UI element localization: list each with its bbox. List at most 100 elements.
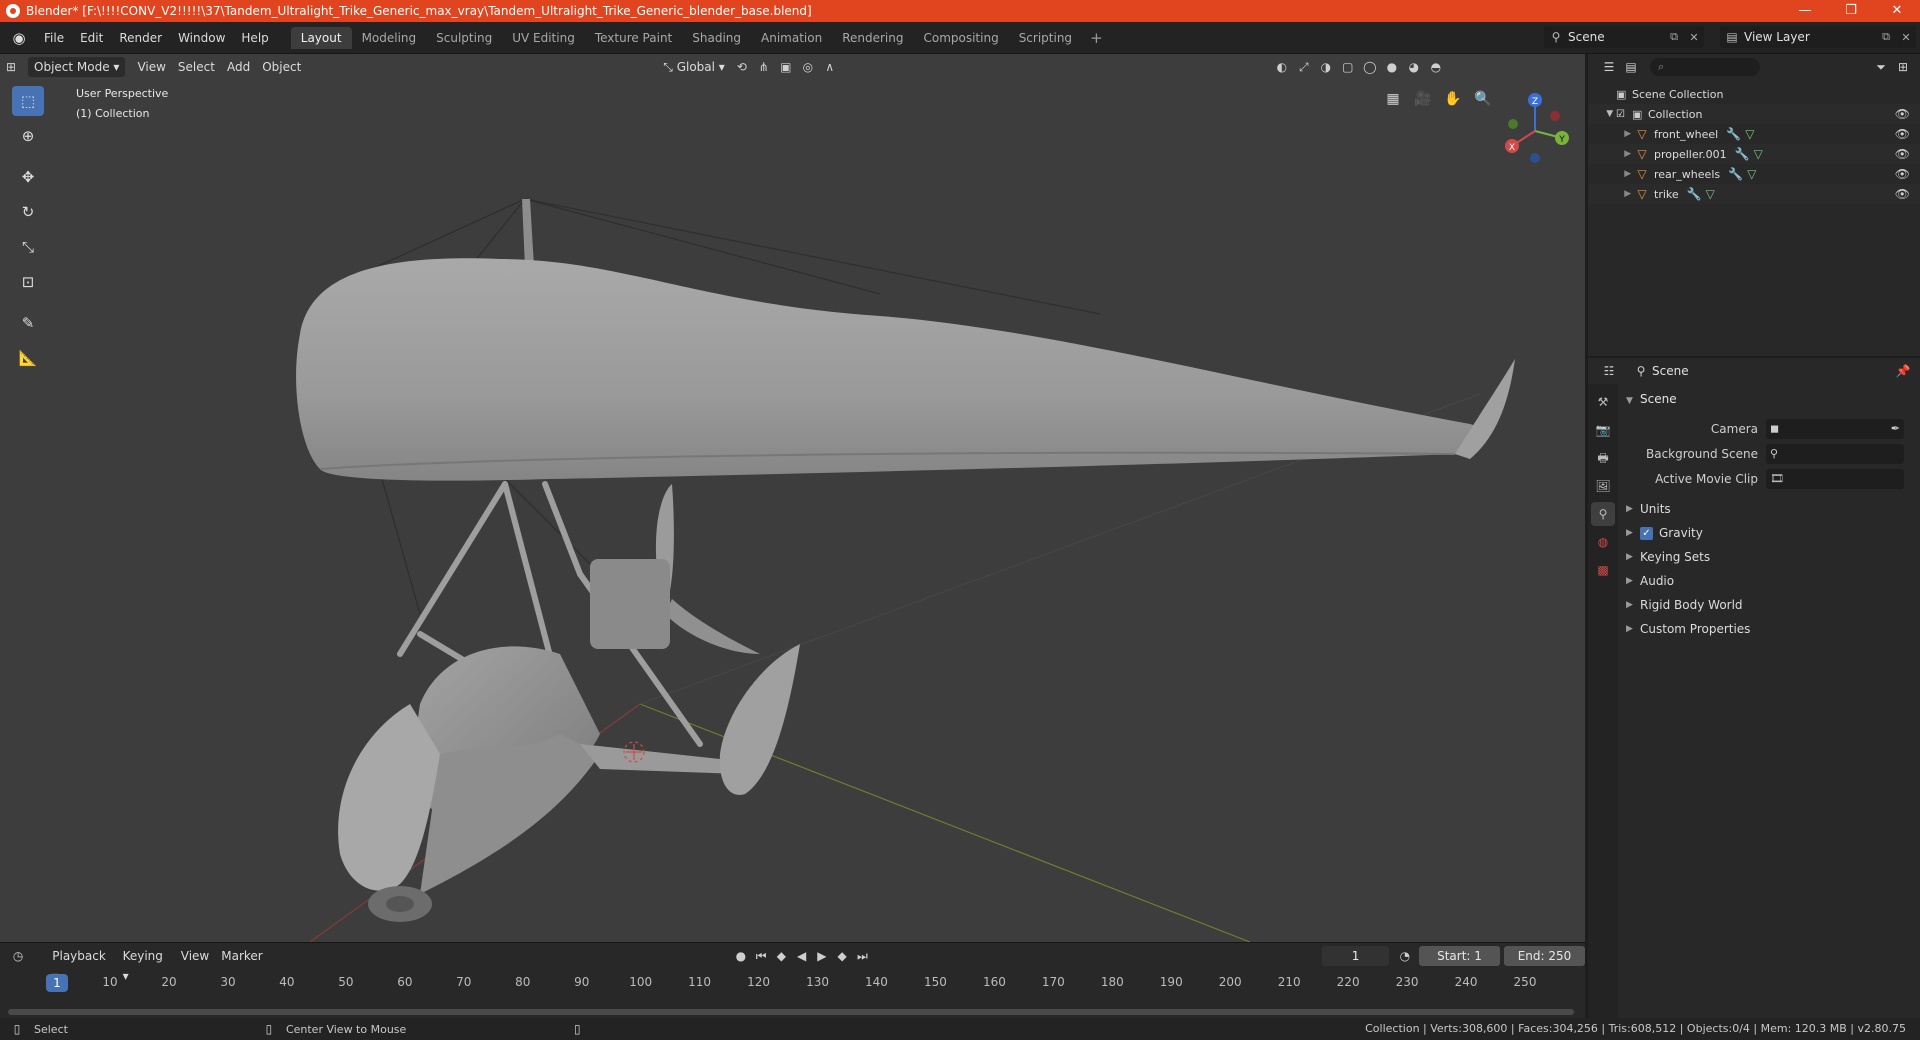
minimize-button[interactable]: — bbox=[1782, 0, 1828, 22]
grid-view-icon[interactable]: ▦ bbox=[1380, 86, 1406, 112]
prev-keyframe-icon[interactable]: ◆ bbox=[771, 946, 791, 966]
tab-sculpting[interactable]: Sculpting bbox=[426, 27, 502, 49]
falloff-icon[interactable]: ∧ bbox=[819, 57, 841, 77]
menu-select[interactable]: Select bbox=[172, 57, 221, 77]
expand-arrow-icon[interactable]: ▶ bbox=[1588, 189, 1634, 199]
tab-animation[interactable]: Animation bbox=[751, 27, 832, 49]
pivot-icon[interactable]: ⟲ bbox=[731, 57, 753, 77]
gizmo-toggle-icon[interactable]: ⤢ bbox=[1293, 57, 1315, 77]
transform-tool-icon[interactable]: ⊡ bbox=[12, 267, 44, 297]
menu-render[interactable]: Render bbox=[111, 22, 170, 54]
collection-visibility-eye-icon[interactable]: 👁 bbox=[1895, 107, 1910, 121]
record-icon[interactable]: ● bbox=[731, 946, 751, 966]
rendered-shading-icon[interactable]: ◓ bbox=[1425, 57, 1447, 77]
current-frame-indicator[interactable]: 1 bbox=[46, 974, 68, 992]
expand-chevron-icon[interactable]: ▼ bbox=[1588, 109, 1616, 119]
cursor-tool-icon[interactable]: ⊕ bbox=[12, 121, 44, 151]
modifier-wrench-icon[interactable]: 🔧 bbox=[1735, 147, 1750, 161]
mesh-data-icon[interactable]: ▽ bbox=[1747, 167, 1756, 181]
expand-arrow-icon[interactable]: ▶ bbox=[1588, 129, 1634, 139]
menu-keying[interactable]: Keying ▾ bbox=[117, 946, 175, 983]
camera-field[interactable]: ◼ ✒ bbox=[1766, 418, 1904, 439]
pin-icon[interactable]: 📌 bbox=[1892, 361, 1914, 381]
menu-object[interactable]: Object bbox=[256, 57, 307, 77]
play-icon[interactable]: ▶ bbox=[812, 946, 832, 966]
outliner-row-collection[interactable]: ▼ ☑ ▣ Collection 👁 bbox=[1588, 104, 1920, 124]
mode-dropdown[interactable]: Object Mode ▾ bbox=[28, 57, 126, 77]
play-reverse-icon[interactable]: ◀ bbox=[791, 946, 811, 966]
menu-file[interactable]: File bbox=[36, 22, 72, 54]
outliner[interactable]: ☰ ▤ ⌕ ⏷ ⊞ ▣ Scene Collection ▼ ☑ ▣ Colle… bbox=[1588, 54, 1920, 356]
background-scene-field[interactable]: ⚲ bbox=[1766, 443, 1904, 464]
rotate-tool-icon[interactable]: ↻ bbox=[12, 197, 44, 227]
menu-timeline-view[interactable]: View bbox=[175, 946, 215, 966]
blender-logo-icon[interactable]: ◉ bbox=[10, 29, 28, 47]
expand-arrow-icon[interactable]: ▶ bbox=[1588, 149, 1634, 159]
menu-playback[interactable]: Playback ▾ bbox=[46, 946, 116, 983]
menu-add[interactable]: Add bbox=[221, 57, 256, 77]
delete-scene-icon[interactable]: ✕ bbox=[1684, 31, 1704, 44]
solid-shading-icon[interactable]: ● bbox=[1381, 57, 1403, 77]
3d-viewport[interactable]: ⊞ Object Mode ▾ View Select Add Object ⤡… bbox=[0, 54, 1585, 942]
keying-sets-panel[interactable]: ▶ Keying Sets bbox=[1620, 545, 1920, 569]
snap-target-icon[interactable]: ▣ bbox=[775, 57, 797, 77]
movie-clip-field[interactable]: 🎞 bbox=[1766, 468, 1904, 489]
outliner-row-object[interactable]: ▶ ▽ rear_wheels 🔧 ▽ 👁 bbox=[1588, 164, 1920, 184]
scene-tab-icon[interactable]: ⚲ bbox=[1591, 502, 1615, 526]
object-visibility-eye-icon[interactable]: 👁 bbox=[1895, 127, 1910, 141]
start-frame-field[interactable]: Start: 1 bbox=[1419, 946, 1500, 966]
pan-hand-icon[interactable]: ✋ bbox=[1440, 86, 1466, 112]
clock-icon[interactable]: ◔ bbox=[1395, 946, 1415, 966]
properties-editor-type-icon[interactable]: ☷ bbox=[1598, 361, 1620, 381]
xray-icon[interactable]: ▢ bbox=[1337, 57, 1359, 77]
end-frame-field[interactable]: End: 250 bbox=[1504, 946, 1585, 966]
outliner-row-object[interactable]: ▶ ▽ trike 🔧 ▽ 👁 bbox=[1588, 184, 1920, 204]
collection-checkbox[interactable]: ☑ bbox=[1616, 109, 1632, 120]
mesh-data-icon[interactable]: ▽ bbox=[1745, 127, 1754, 141]
render-tab-icon[interactable]: 📷 bbox=[1591, 418, 1615, 442]
jump-end-icon[interactable]: ⏭ bbox=[852, 946, 872, 966]
gravity-panel[interactable]: ▶ ✓ Gravity bbox=[1620, 521, 1920, 545]
outliner-row-object[interactable]: ▶ ▽ front_wheel 🔧 ▽ 👁 bbox=[1588, 124, 1920, 144]
wireframe-shading-icon[interactable]: ◯ bbox=[1359, 57, 1381, 77]
overlay-toggle-icon[interactable]: ◑ bbox=[1315, 57, 1337, 77]
close-button[interactable]: ✕ bbox=[1874, 0, 1920, 22]
camera-view-icon[interactable]: 🎥 bbox=[1410, 86, 1436, 112]
filter-icon[interactable]: ⏷ bbox=[1870, 57, 1892, 77]
properties-editor[interactable]: ☷ ⚲ Scene 📌 ⚒ 📷 🖶 🖼 ⚲ ◍ ▩ ▼ Scene Camera … bbox=[1588, 358, 1920, 1018]
outliner-editor-type-icon[interactable]: ☰ bbox=[1598, 57, 1620, 77]
world-tab-icon[interactable]: ◍ bbox=[1591, 530, 1615, 554]
scene-selector[interactable]: ⚲ Scene ⧉ ✕ bbox=[1544, 26, 1704, 48]
mesh-data-icon[interactable]: ▽ bbox=[1706, 187, 1715, 201]
timeline-ruler[interactable]: 1 10 20 30 40 50 60 70 80 90 100 110 120 130 140 150 16… bbox=[0, 973, 1585, 993]
mesh-data-icon[interactable]: ▽ bbox=[1754, 147, 1763, 161]
timeline-editor-type-icon[interactable]: ◷ bbox=[8, 946, 28, 966]
add-workspace-button[interactable]: + bbox=[1082, 29, 1111, 47]
move-tool-icon[interactable]: ✥ bbox=[12, 162, 44, 192]
jump-start-icon[interactable]: ⏮ bbox=[751, 946, 771, 966]
audio-panel[interactable]: ▶ Audio bbox=[1620, 569, 1920, 593]
rigid-body-world-panel[interactable]: ▶ Rigid Body World bbox=[1620, 593, 1920, 617]
annotate-tool-icon[interactable]: ✎ bbox=[12, 308, 44, 338]
display-mode-icon[interactable]: ▤ bbox=[1620, 57, 1642, 77]
expand-arrow-icon[interactable]: ▶ bbox=[1588, 169, 1634, 179]
modifier-wrench-icon[interactable]: 🔧 bbox=[1726, 127, 1741, 141]
visibility-icon[interactable]: ◐ bbox=[1271, 57, 1293, 77]
proportional-edit-icon[interactable]: ◎ bbox=[797, 57, 819, 77]
menu-window[interactable]: Window bbox=[170, 22, 233, 54]
select-box-tool-icon[interactable]: ⬚ bbox=[12, 86, 44, 116]
new-scene-icon[interactable]: ⧉ bbox=[1664, 30, 1684, 44]
output-tab-icon[interactable]: 🖶 bbox=[1591, 446, 1615, 470]
navigation-gizmo[interactable]: Z Y X bbox=[1490, 86, 1580, 176]
new-collection-icon[interactable]: ⊞ bbox=[1892, 57, 1914, 77]
eyedropper-icon[interactable]: ✒ bbox=[1891, 422, 1900, 435]
orientation-dropdown[interactable]: ⤡ Global ▾ bbox=[657, 57, 731, 77]
object-visibility-eye-icon[interactable]: 👁 bbox=[1895, 187, 1910, 201]
texture-tab-icon[interactable]: ▩ bbox=[1591, 558, 1615, 582]
tab-modeling[interactable]: Modeling bbox=[352, 27, 427, 49]
tab-rendering[interactable]: Rendering bbox=[832, 27, 913, 49]
tool-tab-icon[interactable]: ⚒ bbox=[1591, 390, 1615, 414]
editor-type-icon[interactable]: ⊞ bbox=[0, 57, 22, 77]
outliner-row-object[interactable]: ▶ ▽ propeller.001 🔧 ▽ 👁 bbox=[1588, 144, 1920, 164]
view-layer-selector[interactable]: ▤ View Layer ⧉ ✕ bbox=[1720, 26, 1916, 48]
